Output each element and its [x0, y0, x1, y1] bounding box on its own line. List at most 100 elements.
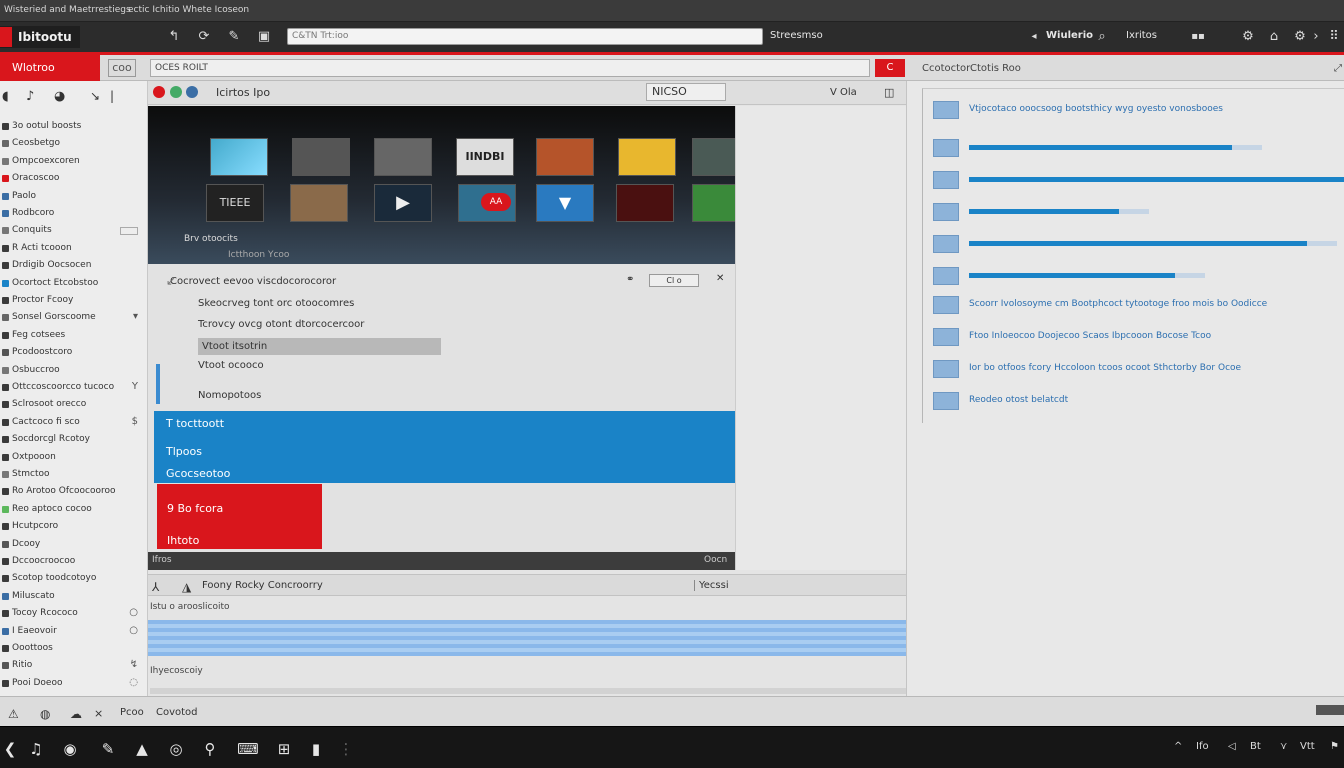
- bird-icon[interactable]: ♫: [26, 739, 46, 759]
- search-icon[interactable]: ⌕: [1094, 28, 1110, 44]
- sidebar-item[interactable]: Socdorcgl Rcotoy: [0, 432, 148, 448]
- sidebar-item[interactable]: Scotop toodcotoyo: [0, 571, 148, 587]
- sidebar-item[interactable]: Proctor Fcooy: [0, 293, 148, 309]
- panel-tab-contact[interactable]: Ccotoctor: [922, 63, 970, 74]
- sidebar-item[interactable]: Drdigib Oocsocen: [0, 258, 148, 274]
- tile-2[interactable]: [292, 138, 350, 176]
- right-list-text[interactable]: Ior bo otfoos fcory Hccoloon tcoos ocoot…: [969, 363, 1241, 373]
- window-taskbar-icon[interactable]: ⊞: [274, 739, 294, 759]
- tile-4[interactable]: IINDBI: [456, 138, 514, 176]
- progress-bar[interactable]: [969, 241, 1307, 246]
- progress-bar[interactable]: [969, 145, 1232, 150]
- close-tab-button[interactable]: C: [875, 59, 905, 77]
- expand-icon[interactable]: ↙: [166, 274, 176, 288]
- menu-icon[interactable]: ▪▪: [1190, 28, 1206, 44]
- list-thumbnail-icon[interactable]: [933, 296, 959, 314]
- search-input[interactable]: C&TN Trt:ioo: [287, 28, 763, 45]
- tray-sound-icon[interactable]: ◁: [1228, 741, 1236, 752]
- sidebar-item[interactable]: Tocoy Rcococo ○: [0, 606, 148, 622]
- sidebar-item[interactable]: Ooottoos: [0, 641, 148, 657]
- tile-9[interactable]: [290, 184, 348, 222]
- list-thumbnail-icon[interactable]: [933, 392, 959, 410]
- status-slider[interactable]: [1316, 705, 1344, 715]
- sidebar-item[interactable]: Dcooy: [0, 537, 148, 553]
- timeline-home-icon[interactable]: ⅄: [152, 580, 159, 594]
- sidebar-item[interactable]: Cactcoco fi sco $: [0, 415, 148, 431]
- grid-icon[interactable]: ⠿: [1326, 28, 1342, 44]
- tray-label-2[interactable]: Bt: [1250, 741, 1261, 752]
- sidebar-item[interactable]: Sonsel Gorscoome ▾: [0, 310, 148, 326]
- sidebar-item[interactable]: Pcodoostcoro: [0, 345, 148, 361]
- globe-icon[interactable]: ◍: [40, 707, 50, 721]
- sidebar-item-indicator[interactable]: ○: [129, 607, 138, 618]
- sidebar-item[interactable]: Sclrosoot orecco: [0, 397, 148, 413]
- tile-8[interactable]: TIEEE: [206, 184, 264, 222]
- camera-icon[interactable]: ◎: [166, 739, 186, 759]
- list-thumbnail-icon[interactable]: [933, 267, 959, 285]
- tray-wifi-icon[interactable]: ⋎: [1280, 741, 1287, 752]
- audio-icon[interactable]: ◕: [54, 89, 65, 104]
- expand-icon[interactable]: ⤢: [1334, 63, 1342, 74]
- window-icon[interactable]: ▣: [256, 28, 272, 44]
- sidebar-item[interactable]: Reo aptoco cocoo: [0, 502, 148, 518]
- phone-icon[interactable]: ▮: [306, 739, 326, 759]
- list-item[interactable]: Skeocrveg tont orc otoocomres: [198, 298, 354, 309]
- tile-13[interactable]: [616, 184, 674, 222]
- pipe-icon[interactable]: |: [110, 89, 114, 103]
- video-preview[interactable]: IINDBI TIEEE ▶ AA ▼ Brv otoocits Ictthoo…: [148, 106, 750, 264]
- sidebar-item[interactable]: Ocortoct Etcobstoo: [0, 276, 148, 292]
- mute-status-icon[interactable]: ⨯: [94, 707, 103, 720]
- sidebar-item-indicator[interactable]: ◌: [129, 677, 138, 688]
- list-thumbnail-icon[interactable]: [933, 171, 959, 189]
- section-label[interactable]: Streesmso: [770, 30, 823, 41]
- timeline-scrollbar[interactable]: [150, 688, 906, 694]
- green-status-icon[interactable]: [170, 86, 182, 98]
- list-item[interactable]: Vtoot ocooco: [198, 360, 264, 371]
- start-icon[interactable]: ❮: [0, 739, 20, 759]
- panel-tab-status[interactable]: Ctotis Roo: [970, 63, 1021, 74]
- sidebar-item-indicator[interactable]: Y: [132, 381, 138, 392]
- sidebar-item[interactable]: Ro Arotoo Ofcoocooroo: [0, 484, 148, 500]
- pen-icon[interactable]: ✎: [98, 739, 118, 759]
- sidebar-item-indicator[interactable]: ↯: [130, 659, 138, 670]
- cloud-icon[interactable]: ☁: [70, 707, 82, 721]
- app-logo[interactable]: Ibitootu: [0, 26, 80, 48]
- link-icon[interactable]: ⚭: [626, 274, 634, 285]
- highlight-card[interactable]: 9 Bo fcora Ihtoto: [157, 484, 322, 549]
- arrow-left-icon[interactable]: ◂: [1026, 28, 1042, 44]
- shapes-icon[interactable]: ▲: [132, 739, 152, 759]
- chevron-icon[interactable]: ›: [1308, 28, 1324, 44]
- sidebar-item[interactable]: Ceosbetgo: [0, 136, 148, 152]
- progress-bar[interactable]: [969, 273, 1176, 278]
- sidebar-item[interactable]: Oracoscoo: [0, 171, 148, 187]
- sidebar-item[interactable]: Oxtpooon: [0, 450, 148, 466]
- link-taskbar-icon[interactable]: ⚲: [200, 739, 220, 759]
- home-icon[interactable]: ⌂: [1266, 28, 1282, 44]
- brand-name[interactable]: Wiulerio: [1046, 30, 1093, 41]
- timeline-right-label[interactable]: Yecssi: [694, 580, 729, 591]
- sidebar-item[interactable]: Paolo: [0, 189, 148, 205]
- right-list-text[interactable]: Vtjocotaco ooocsoog bootsthicy wyg oyest…: [969, 104, 1223, 114]
- close-list-icon[interactable]: ✕: [716, 273, 724, 284]
- header-link[interactable]: Ixritos: [1126, 30, 1157, 41]
- sidebar-item[interactable]: Stmctoo: [0, 467, 148, 483]
- sidebar-item[interactable]: Miluscato: [0, 589, 148, 605]
- tray-label-3[interactable]: Vtt: [1300, 741, 1315, 752]
- sidebar-item-indicator[interactable]: ○: [129, 625, 138, 636]
- warning-icon[interactable]: ⚠: [8, 707, 19, 721]
- sidebar-item[interactable]: Pooi Doeoo ◌: [0, 676, 148, 692]
- sidebar-item[interactable]: R Acti tcooon: [0, 241, 148, 257]
- list-thumbnail-icon[interactable]: [933, 203, 959, 221]
- tray-up-icon[interactable]: ^: [1174, 741, 1182, 752]
- timeline-track[interactable]: [148, 620, 906, 656]
- tile-6[interactable]: [618, 138, 676, 176]
- player-view-label[interactable]: V Ola: [830, 87, 857, 98]
- mute-icon[interactable]: ↘: [90, 89, 100, 103]
- list-thumbnail-icon[interactable]: [933, 328, 959, 346]
- down-arrow-icon[interactable]: ▼: [536, 184, 594, 222]
- list-item-highlighted[interactable]: Vtoot itsotrin: [198, 338, 441, 355]
- fullscreen-icon[interactable]: ◫: [884, 86, 894, 99]
- sidebar-item[interactable]: Hcutpcoro: [0, 519, 148, 535]
- sidebar-item-indicator[interactable]: $: [132, 416, 138, 427]
- blue-status-icon[interactable]: [186, 86, 198, 98]
